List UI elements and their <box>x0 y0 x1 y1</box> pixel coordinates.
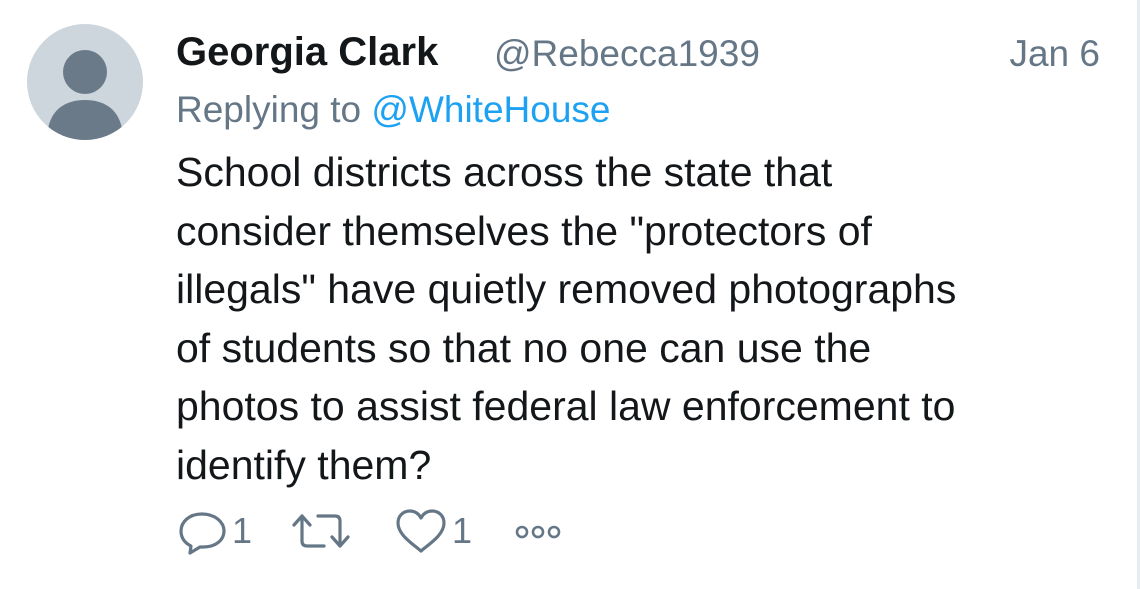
replying-to: Replying to @WhiteHouse <box>176 89 610 131</box>
tweet-text-line: of students so that no one can use the <box>176 324 872 371</box>
tweet-actions: 1 1 <box>176 506 676 556</box>
reply-button[interactable]: 1 <box>176 506 252 556</box>
tweet-text-line: illegals" have quietly removed photograp… <box>176 266 957 312</box>
default-profile-icon <box>47 50 123 140</box>
author-handle[interactable]: @Rebecca1939 <box>494 33 760 75</box>
tweet-text-line: identify them? <box>176 441 432 488</box>
retweet-icon <box>292 514 350 548</box>
like-count: 1 <box>452 510 473 551</box>
reply-icon <box>179 512 226 555</box>
replying-mention-link[interactable]: @WhiteHouse <box>371 89 610 130</box>
retweet-button[interactable] <box>290 506 356 556</box>
tweet-text: School districts across the state that c… <box>176 143 1106 494</box>
reply-count: 1 <box>232 510 253 551</box>
tweet-text-line: consider themselves the "protectors of <box>176 207 872 254</box>
avatar[interactable] <box>27 24 143 140</box>
tweet-text-line: School districts across the state that <box>176 149 833 195</box>
replying-prefix: Replying to <box>176 89 362 130</box>
more-icon <box>515 525 561 539</box>
author-name[interactable]: Georgia Clark <box>176 30 438 75</box>
tweet-card[interactable]: Georgia Clark @Rebecca1939 Jan 6 Replyin… <box>0 0 1140 589</box>
more-button[interactable] <box>510 506 566 556</box>
tweet-text-line: photos to assist federal law enforcement… <box>176 383 956 429</box>
heart-icon <box>396 509 446 553</box>
tweet-header: Georgia Clark @Rebecca1939 Jan 6 <box>176 30 1100 80</box>
like-button[interactable]: 1 <box>394 506 472 556</box>
tweet-date[interactable]: Jan 6 <box>1009 33 1100 75</box>
